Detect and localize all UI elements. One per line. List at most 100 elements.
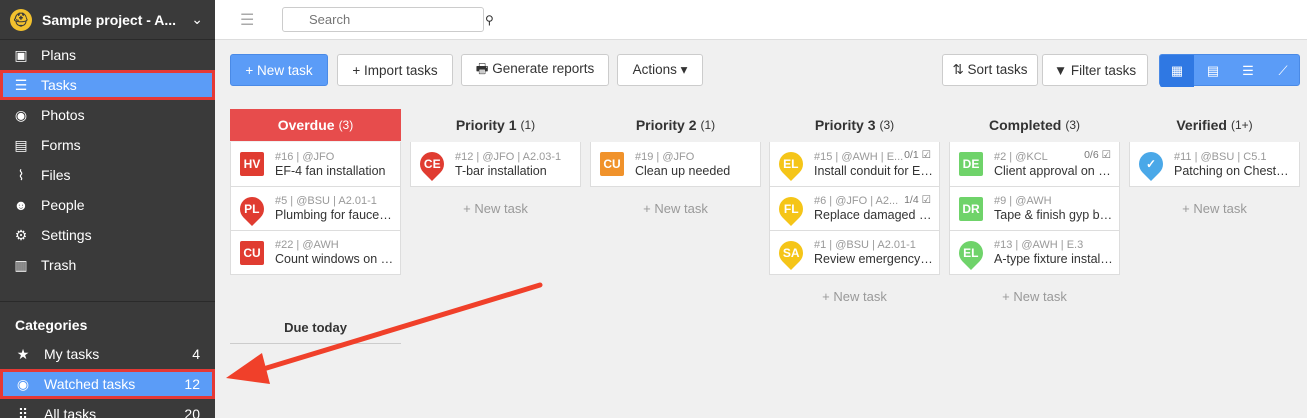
card-meta: #1 | @BSU | A2.01-1 — [814, 239, 916, 251]
task-card[interactable]: EL #13 | @AWH | E.3 A-type fixture install… — [950, 230, 1119, 274]
task-card[interactable]: DE #2 | @KCL Client approval on c... 0/6 ☑ — [950, 142, 1119, 186]
category-count: 4 — [192, 346, 200, 362]
nav-item-forms[interactable]: ▤ Forms — [0, 130, 215, 160]
task-card[interactable]: PL #5 | @BSU | A2.01-1 Plumbing for faucet… — [231, 186, 400, 230]
gear-icon: ⚙ — [14, 226, 28, 243]
filter-tasks-button[interactable]: ▼ Filter tasks — [1042, 54, 1148, 86]
badge-label: EL — [783, 157, 799, 171]
category-count: 20 — [184, 406, 200, 418]
column-header: Completed (3) — [949, 109, 1120, 141]
card-title: Client approval on c... — [994, 163, 1113, 178]
column-completed: Completed (3) DE #2 | @KCL Client approval o… — [949, 109, 1120, 304]
task-card[interactable]: DR #9 | @AWH Tape & finish gyp boa... — [950, 186, 1119, 230]
card-list: CE #12 | @JFO | A2.03-1 T-bar installation — [410, 142, 581, 187]
badge-label: HV — [243, 157, 261, 171]
gantt-view-icon[interactable]: ☰ — [1231, 55, 1265, 87]
nav-item-people[interactable]: ☻ People — [0, 190, 215, 220]
plans-icon: ▣ — [14, 46, 28, 63]
nav-item-tasks[interactable]: ☰ Tasks — [0, 70, 215, 100]
badge-label: CE — [423, 157, 441, 172]
card-title: Tape & finish gyp boa... — [994, 208, 1113, 222]
nav-item-files[interactable]: ⌇ Files — [0, 160, 215, 190]
due-today-heading: Due today — [230, 312, 401, 344]
square-badge-icon: DE — [959, 152, 983, 176]
card-title: Install conduit for EF... — [814, 163, 933, 178]
add-task-link[interactable]: + New task — [410, 201, 581, 216]
pin-badge-icon: FL — [774, 191, 808, 226]
category-all-tasks[interactable]: ⠿ All tasks 20 — [0, 399, 215, 418]
add-task-link[interactable]: + New task — [1129, 201, 1300, 216]
task-card[interactable]: EL #15 | @AWH | E... Install conduit for E… — [770, 142, 939, 186]
task-card[interactable]: SA #1 | @BSU | A2.01-1 Review emergency e.… — [770, 230, 939, 274]
toolbar: + New task + Import tasks 🖶 Generate rep… — [230, 54, 1300, 87]
card-meta: #9 | @AWH — [994, 195, 1052, 207]
card-meta: #12 | @JFO | A2.03-1 — [455, 150, 562, 163]
actions-dropdown[interactable]: Actions ▾ — [617, 54, 703, 86]
card-meta: #19 | @JFO — [635, 150, 695, 163]
board-view-icon[interactable]: ▦ — [1160, 55, 1194, 87]
card-list: DE #2 | @KCL Client approval on c... 0/6 ☑ D… — [949, 142, 1120, 275]
sort-tasks-button[interactable]: ⇅ Sort tasks — [942, 54, 1038, 86]
add-task-link[interactable]: + New task — [949, 289, 1120, 304]
column-title: Verified — [1176, 117, 1227, 133]
card-list: HV #16 | @JFO EF-4 fan installation PL #5 | … — [230, 142, 401, 275]
category-watched-tasks[interactable]: ◉ Watched tasks 12 — [0, 369, 215, 399]
main-nav: ▣ Plans ☰ Tasks ◉ Photos ▤ Forms ⌇ Files ☻ People ⚙ S… — [0, 40, 215, 280]
eye-icon: ◉ — [16, 375, 30, 392]
column-count: (1+) — [1230, 118, 1253, 132]
card-meta: #22 | @AWH — [275, 239, 339, 251]
card-title: Clean up needed — [635, 163, 731, 178]
card-title: Plumbing for faucet ... — [275, 208, 394, 222]
new-task-button[interactable]: + New task — [230, 54, 328, 86]
import-tasks-button[interactable]: + Import tasks — [337, 54, 453, 86]
nav-item-label: Files — [41, 167, 71, 183]
chevron-down-icon[interactable]: ⌄ — [191, 11, 203, 28]
chart-view-icon[interactable]: ⟋ — [1266, 55, 1300, 87]
pin-badge-icon: PL — [235, 191, 269, 226]
column-overdue: Overdue (3) HV #16 | @JFO EF-4 fan installat… — [230, 109, 401, 275]
project-switcher[interactable]: ⛑ Sample project - A... ⌄ — [0, 0, 215, 40]
add-task-link[interactable]: + New task — [769, 289, 940, 304]
task-card[interactable]: CU #22 | @AWH Count windows on L3 — [231, 230, 400, 274]
nav-item-settings[interactable]: ⚙ Settings — [0, 220, 215, 250]
pin-badge-icon: CE — [415, 147, 449, 181]
sidebar: ⛑ Sample project - A... ⌄ ▣ Plans ☰ Tasks ◉ P… — [0, 0, 215, 418]
column-title: Overdue — [277, 117, 335, 133]
card-info: #5 | @BSU | A2.01-1 Plumbing for faucet .… — [275, 195, 394, 222]
task-card[interactable]: CU #19 | @JFO Clean up needed — [591, 142, 760, 186]
card-title: Replace damaged ca... — [814, 208, 933, 222]
task-card[interactable]: FL #6 | @JFO | A2... Replace damaged ca...… — [770, 186, 939, 230]
nav-item-label: Forms — [41, 137, 81, 153]
category-my-tasks[interactable]: ★ My tasks 4 — [0, 339, 215, 369]
column-count: (1) — [700, 118, 716, 132]
card-info: #11 | @BSU | C5.1 Patching on Chestnu... — [1174, 151, 1293, 178]
card-list: EL #15 | @AWH | E... Install conduit for E… — [769, 142, 940, 275]
people-icon: ☻ — [13, 197, 29, 213]
nav-item-trash[interactable]: ▥ Trash — [0, 250, 215, 280]
hamburger-menu-icon[interactable]: ☰ — [240, 10, 256, 30]
square-badge-icon: HV — [240, 152, 264, 176]
badge-label: DE — [962, 157, 980, 171]
task-card[interactable]: HV #16 | @JFO EF-4 fan installation — [231, 142, 400, 186]
nav-item-label: Photos — [41, 107, 85, 123]
nav-item-plans[interactable]: ▣ Plans — [0, 40, 215, 70]
nav-item-label: Plans — [41, 47, 77, 63]
generate-reports-button[interactable]: 🖶 Generate reports — [461, 54, 609, 86]
search-icon[interactable]: ⚲ — [485, 13, 494, 27]
search-input[interactable] — [309, 12, 485, 27]
nav-item-photos[interactable]: ◉ Photos — [0, 100, 215, 130]
nav-item-label: People — [41, 197, 85, 213]
pin-badge-icon: EL — [774, 147, 808, 181]
task-card[interactable]: CE #12 | @JFO | A2.03-1 T-bar installation — [411, 142, 580, 186]
column-verified: Verified (1+) ✓ #11 | @BSU | C5.1 Patching o… — [1129, 109, 1300, 216]
card-title: Patching on Chestnu... — [1174, 163, 1293, 178]
task-card[interactable]: ✓ #11 | @BSU | C5.1 Patching on Chestnu... — [1130, 142, 1299, 186]
add-task-link[interactable]: + New task — [590, 201, 761, 216]
badge-label: DR — [962, 201, 980, 216]
card-info: #22 | @AWH Count windows on L3 — [275, 239, 394, 266]
column-header: Verified (1+) — [1129, 109, 1300, 141]
star-icon: ★ — [16, 345, 30, 362]
badge-label: PL — [244, 201, 260, 216]
calendar-view-icon[interactable]: ▤ — [1196, 55, 1230, 87]
checklist-progress: 0/6 ☑ — [1084, 149, 1111, 161]
